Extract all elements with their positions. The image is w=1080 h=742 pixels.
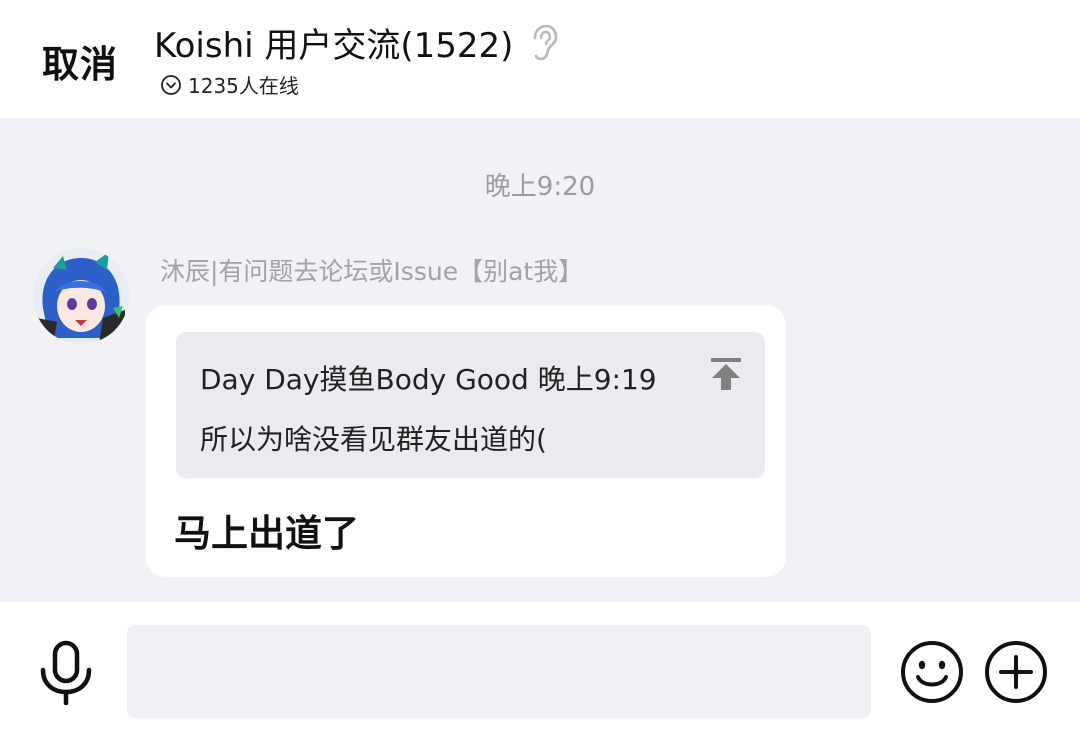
jump-to-top-icon[interactable] [709,356,743,392]
cancel-button[interactable]: 取消 [42,34,118,88]
message-text: 马上出道了 [174,512,359,555]
microphone-icon[interactable] [36,640,96,706]
reply-quote-meta: Day Day摸鱼Body Good 晚上9:19 [200,363,657,396]
online-count: 1235人在线 [188,74,299,98]
ear-icon[interactable] [527,24,559,62]
message-bubble[interactable]: Day Day摸鱼Body Good 晚上9:19 所以为啥没看见群友出道的( … [146,305,786,577]
group-title[interactable]: Koishi 用户交流(1522) [154,18,513,67]
online-count-row[interactable]: 1235人在线 [160,70,299,99]
message-timestamp: 晚上9:20 [484,172,596,202]
emoji-icon[interactable] [899,639,965,705]
avatar[interactable] [33,248,129,344]
sender-name[interactable]: 沐辰|有问题去论坛或Issue【别at我】 [160,252,583,288]
chat-header: 取消 Koishi 用户交流(1522) 1235人在线 [0,0,1080,118]
chevron-circle-down-icon[interactable] [160,74,182,96]
plus-icon[interactable] [983,639,1049,705]
reply-quote[interactable]: Day Day摸鱼Body Good 晚上9:19 所以为啥没看见群友出道的( [176,332,765,478]
group-title-row[interactable]: Koishi 用户交流(1522) [154,18,559,67]
input-bar [0,602,1080,742]
message-input[interactable] [127,625,871,718]
reply-quote-text: 所以为啥没看见群友出道的( [200,423,547,456]
